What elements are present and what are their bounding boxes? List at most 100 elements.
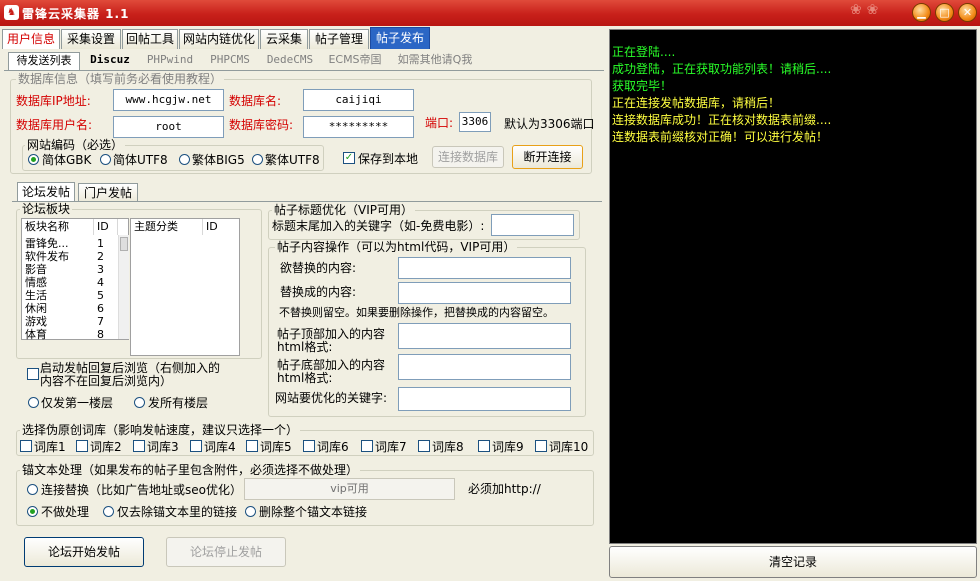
forum-row-id[interactable]: 5 <box>97 289 104 302</box>
auto-reply-checkbox[interactable] <box>27 368 39 380</box>
list-scrollbar[interactable] <box>118 235 129 339</box>
scrollbar-thumb[interactable] <box>120 237 128 251</box>
no-process-radio[interactable] <box>27 506 38 517</box>
keywords-label: 网站要优化的关键字: <box>275 391 388 405</box>
lib-checkbox[interactable] <box>303 440 315 452</box>
db-user-input[interactable]: root <box>113 116 224 138</box>
subtab-other[interactable]: 如需其他请Q我 <box>390 52 480 70</box>
lib-label: 词库6 <box>317 440 349 454</box>
clear-log-button[interactable]: 清空记录 <box>609 546 977 578</box>
keywords-input[interactable] <box>398 387 571 411</box>
lib-checkbox[interactable] <box>20 440 32 452</box>
tab-site-links[interactable]: 网站内链优化 <box>179 29 259 49</box>
remove-anchor-label: 仅去除锚文本里的链接 <box>117 505 238 519</box>
replace-to-input[interactable] <box>398 282 571 304</box>
encoding-big5-label: 繁体BIG5 <box>192 153 245 167</box>
forum-row-name[interactable]: 情感 <box>25 276 47 289</box>
log-line: 获取完毕！ <box>612 79 673 93</box>
forum-row-id[interactable]: 2 <box>97 250 104 263</box>
forum-row-name[interactable]: 影音 <box>25 263 47 276</box>
save-local-checkbox[interactable]: ✓ <box>343 152 355 164</box>
encoding-trad-utf8-radio[interactable] <box>252 154 263 165</box>
tab-post-manage[interactable]: 帖子管理 <box>309 29 369 49</box>
tab-cloud-collect[interactable]: 云采集 <box>260 29 308 49</box>
subtab-discuz[interactable]: Discuz <box>84 52 136 70</box>
connect-db-button[interactable]: 连接数据库 <box>432 146 504 168</box>
forum-row-name[interactable]: 游戏 <box>25 315 47 328</box>
topic-category-list[interactable]: 主题分类 ID <box>130 218 240 356</box>
remove-anchor-radio[interactable] <box>103 506 114 517</box>
lib-checkbox[interactable] <box>133 440 145 452</box>
disconnect-button[interactable]: 断开连接 <box>512 145 583 169</box>
lib-label: 词库8 <box>432 440 464 454</box>
encoding-utf8-radio[interactable] <box>100 154 111 165</box>
col-topic-id[interactable]: ID <box>203 219 239 235</box>
tab-post-publish[interactable]: 帖子发布 <box>370 27 430 49</box>
http-hint: 必须加http:// <box>468 482 541 496</box>
forum-row-name[interactable]: 雷锋免... <box>25 237 69 250</box>
db-password-input[interactable]: ********* <box>303 116 414 138</box>
db-name-label: 数据库名: <box>229 94 282 108</box>
log-line: 正在登陆.... <box>612 45 676 59</box>
tab-forum-post[interactable]: 论坛发帖 <box>17 182 75 202</box>
subtab-phpcms[interactable]: PHPCMS <box>202 52 258 70</box>
lib-checkbox[interactable] <box>76 440 88 452</box>
close-button[interactable]: ✕ <box>958 3 977 22</box>
lib-label: 词库7 <box>375 440 407 454</box>
minimize-button[interactable]: ▁ <box>912 3 931 22</box>
tab-collect-settings[interactable]: 采集设置 <box>61 29 121 49</box>
db-name-input[interactable]: caijiqi <box>303 89 414 111</box>
tab-reply-tool[interactable]: 回帖工具 <box>122 29 178 49</box>
replace-from-input[interactable] <box>398 257 571 279</box>
forum-row-name[interactable]: 生活 <box>25 289 47 302</box>
all-floors-radio[interactable] <box>134 397 145 408</box>
title-suffix-input[interactable] <box>491 214 574 236</box>
db-port-input[interactable]: 3306 <box>459 112 491 132</box>
encoding-gbk-radio[interactable] <box>28 154 39 165</box>
db-group-label: 数据库信息（填写前务必看使用教程） <box>16 72 225 86</box>
forum-board-list[interactable]: 板块名称 ID 雷锋免... 1 软件发布 2 影音 3 情感 4 生活 5 休闲 6 游戏 7 体育 8 <box>21 218 129 341</box>
subtab-dedecms[interactable]: DedeCMS <box>260 52 320 70</box>
lib-checkbox[interactable] <box>190 440 202 452</box>
forum-row-id[interactable]: 6 <box>97 302 104 315</box>
forum-row-id[interactable]: 8 <box>97 328 104 341</box>
forum-row-name[interactable]: 休闲 <box>25 302 47 315</box>
forum-row-name[interactable]: 体育 <box>25 328 47 341</box>
lib-checkbox[interactable] <box>361 440 373 452</box>
col-board-id[interactable]: ID <box>94 219 118 235</box>
auto-reply-label: 启动发帖回复后浏览（右侧加入的内容不在回复后浏览内） <box>40 361 221 388</box>
db-ip-input[interactable]: www.hcgjw.net <box>113 89 224 111</box>
replace-link-radio[interactable] <box>27 484 38 495</box>
title-opt-label: 帖子标题优化（VIP可用） <box>272 203 415 217</box>
subtab-pending-list[interactable]: 待发送列表 <box>8 52 80 70</box>
log-line: 正在连接发帖数据库，请稍后！ <box>612 96 781 110</box>
bottom-content-input[interactable] <box>398 354 571 380</box>
stop-post-button[interactable]: 论坛停止发帖 <box>166 537 286 567</box>
lib-checkbox[interactable] <box>535 440 547 452</box>
lib-checkbox[interactable] <box>418 440 430 452</box>
tab-user-info[interactable]: 用户信息 <box>2 29 60 49</box>
log-line: 连接数据库成功！正在核对数据表前缀.... <box>612 113 832 127</box>
encoding-big5-radio[interactable] <box>179 154 190 165</box>
top-content-input[interactable] <box>398 323 571 349</box>
maximize-button[interactable]: □ <box>935 3 954 22</box>
forum-row-id[interactable]: 1 <box>97 237 104 250</box>
replace-link-input[interactable]: vip可用 <box>244 478 455 500</box>
forum-row-id[interactable]: 7 <box>97 315 104 328</box>
col-topic-category[interactable]: 主题分类 <box>131 219 203 235</box>
subtab-ecms[interactable]: ECMS帝国 <box>322 52 388 70</box>
lib-group-label: 选择伪原创词库（影响发帖速度，建议只选择一个） <box>20 423 301 437</box>
lib-label: 词库2 <box>90 440 122 454</box>
lib-checkbox[interactable] <box>478 440 490 452</box>
col-board-name[interactable]: 板块名称 <box>22 219 94 235</box>
tab-portal-post[interactable]: 门户发帖 <box>78 183 138 202</box>
lib-checkbox[interactable] <box>246 440 258 452</box>
first-floor-radio[interactable] <box>28 397 39 408</box>
forum-row-id[interactable]: 3 <box>97 263 104 276</box>
remove-whole-link-radio[interactable] <box>245 506 256 517</box>
subtab-phpwind[interactable]: PHPwind <box>140 52 200 70</box>
forum-row-id[interactable]: 4 <box>97 276 104 289</box>
start-post-button[interactable]: 论坛开始发帖 <box>24 537 144 567</box>
forum-row-name[interactable]: 软件发布 <box>25 250 69 263</box>
lib-label: 词库3 <box>147 440 179 454</box>
